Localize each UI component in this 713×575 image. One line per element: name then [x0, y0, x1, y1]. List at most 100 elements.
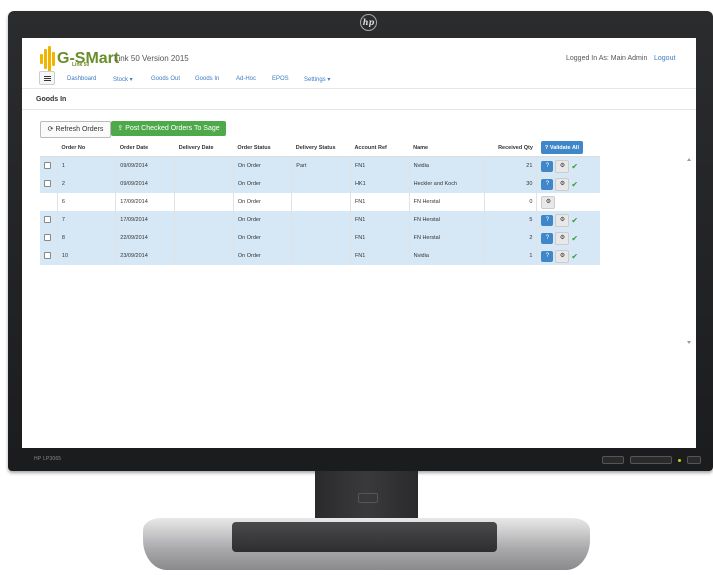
header-delivery-date: Delivery Date	[174, 139, 234, 157]
cell-name: FN Herstal	[408, 229, 485, 247]
checkmark-icon: ✔	[571, 233, 579, 243]
post-to-sage-button[interactable]: ⇪ Post Checked Orders To Sage	[111, 121, 226, 136]
table-header-row: Order No Order Date Delivery Date Order …	[40, 139, 600, 157]
nav-divider	[22, 88, 696, 89]
monitor-model-label: HP LP3065	[34, 456, 62, 462]
checkmark-icon: ✔	[571, 179, 579, 189]
cell-name: FN Herstal	[408, 193, 485, 211]
settings-gear-icon[interactable]: ⚙	[555, 159, 570, 173]
hamburger-icon	[43, 75, 51, 77]
power-led-icon	[678, 458, 681, 462]
row-checkbox[interactable]	[40, 211, 58, 229]
cell-order-date: 09/09/2014	[115, 175, 175, 193]
validate-row-button[interactable]: ?	[541, 214, 554, 226]
cell-actions: ? ⚙ ✔	[536, 211, 600, 229]
logged-in-label: Logged In As: Main Admin	[566, 55, 648, 62]
cell-received-qty: 1	[484, 247, 537, 265]
monitor-adjust-buttons	[630, 456, 672, 464]
header-account-ref: Account Ref	[350, 139, 410, 157]
cell-delivery-date	[174, 175, 234, 193]
cell-received-qty: 21	[484, 156, 537, 175]
cell-account-ref: FN1	[349, 211, 410, 229]
cell-order-date: 17/09/2014	[115, 193, 175, 211]
cell-delivery-date	[174, 193, 234, 211]
cell-order-status: On Order	[232, 175, 292, 193]
cell-order-no: 1	[56, 156, 116, 175]
table-row[interactable]: 1 09/09/2014 On Order Part FN1 Nvidia 21…	[40, 156, 600, 175]
cell-delivery-status: Part	[291, 156, 351, 175]
goods-in-table: Order No Order Date Delivery Date Order …	[40, 139, 600, 265]
validate-row-button[interactable]: ?	[541, 250, 554, 262]
validate-row-button[interactable]: ?	[541, 232, 554, 244]
app-window: G-SMart Link 50 Link 50 Version 2015 Log…	[22, 38, 696, 448]
row-checkbox[interactable]	[40, 229, 58, 247]
monitor-controls	[602, 456, 701, 464]
table-row[interactable]: 8 22/09/2014 On Order FN1 FN Herstal 2 ?…	[40, 229, 600, 247]
cell-name: Nvidia	[408, 247, 485, 265]
cell-actions: ? ⚙ ✔	[536, 156, 600, 175]
vertical-scrollbar[interactable]	[685, 158, 692, 344]
header-delivery-status: Delivery Status	[291, 139, 351, 157]
cell-delivery-date	[174, 229, 234, 247]
post-to-sage-label: Post Checked Orders To Sage	[125, 125, 220, 132]
validate-row-button[interactable]: ?	[541, 178, 554, 190]
cell-name: Nvidia	[408, 156, 485, 175]
row-checkbox[interactable]	[40, 156, 58, 175]
scroll-up-icon[interactable]	[687, 158, 691, 161]
settings-gear-icon[interactable]: ⚙	[541, 195, 556, 209]
cell-delivery-date	[174, 156, 234, 175]
settings-gear-icon[interactable]: ⚙	[555, 249, 570, 263]
cell-name: Heckler and Koch	[408, 175, 485, 193]
validate-row-button[interactable]: ?	[541, 160, 554, 172]
menu-toggle-button[interactable]	[39, 71, 55, 85]
brand-subtitle: Link 50	[72, 62, 90, 68]
cell-order-status: On Order	[232, 156, 292, 175]
logout-link[interactable]: Logout	[654, 55, 675, 62]
cell-account-ref: FN1	[349, 247, 410, 265]
power-button	[687, 456, 701, 464]
header-name: Name	[409, 139, 485, 157]
cell-order-no: 6	[56, 193, 116, 211]
cell-actions: ? ⚙ ✔	[536, 247, 600, 265]
nav-epos[interactable]: EPOS	[272, 76, 289, 82]
header-order-status: Order Status	[233, 139, 292, 157]
table-row[interactable]: 10 23/09/2014 On Order FN1 Nvidia 1 ? ⚙ ✔	[40, 247, 600, 265]
monitor-bezel: hp G-SMart Link 50 Link 50 Version 2015 …	[8, 11, 713, 471]
monitor-input-button	[602, 456, 624, 464]
title-divider	[22, 109, 696, 110]
validate-all-label: Validate All	[549, 144, 579, 151]
cell-actions: ? ⚙ ✔	[536, 175, 600, 193]
table-row[interactable]: 2 09/09/2014 On Order HK1 Heckler and Ko…	[40, 175, 600, 193]
row-checkbox[interactable]	[40, 175, 58, 193]
refresh-icon: ⟳	[47, 126, 54, 133]
table-row[interactable]: 6 17/09/2014 On Order FN1 FN Herstal 0 ⚙	[40, 193, 600, 211]
nav-ad-hoc[interactable]: Ad-Hoc	[236, 76, 256, 82]
cell-account-ref: FN1	[349, 229, 410, 247]
nav-stock[interactable]: Stock ▾	[113, 76, 133, 83]
cable-slot	[358, 493, 378, 503]
nav-goods-out[interactable]: Goods Out	[151, 76, 180, 82]
header-order-no: Order No	[57, 139, 116, 157]
refresh-orders-button[interactable]: ⟳ Refresh Orders	[40, 121, 111, 138]
cell-delivery-date	[174, 247, 234, 265]
page-title: Goods In	[36, 96, 67, 103]
cell-order-status: On Order	[232, 229, 292, 247]
validate-all-button[interactable]: ? Validate All	[540, 141, 583, 154]
cell-order-date: 17/09/2014	[115, 211, 175, 229]
nav-goods-in[interactable]: Goods In	[195, 76, 219, 82]
cell-delivery-status	[291, 211, 351, 229]
settings-gear-icon[interactable]: ⚙	[555, 177, 570, 191]
nav-dashboard[interactable]: Dashboard	[67, 76, 96, 82]
table-row[interactable]: 7 17/09/2014 On Order FN1 FN Herstal 5 ?…	[40, 211, 600, 229]
cell-order-status: On Order	[232, 247, 292, 265]
cell-order-no: 7	[56, 211, 116, 229]
row-checkbox[interactable]	[40, 247, 58, 265]
row-checkbox-empty	[40, 193, 58, 211]
cell-received-qty: 30	[484, 175, 537, 193]
nav-settings[interactable]: Settings ▾	[304, 76, 330, 83]
settings-gear-icon[interactable]: ⚙	[555, 213, 570, 227]
scroll-down-icon[interactable]	[687, 341, 691, 344]
cell-account-ref: HK1	[349, 175, 410, 193]
settings-gear-icon[interactable]: ⚙	[555, 231, 570, 245]
cell-received-qty: 5	[484, 211, 537, 229]
